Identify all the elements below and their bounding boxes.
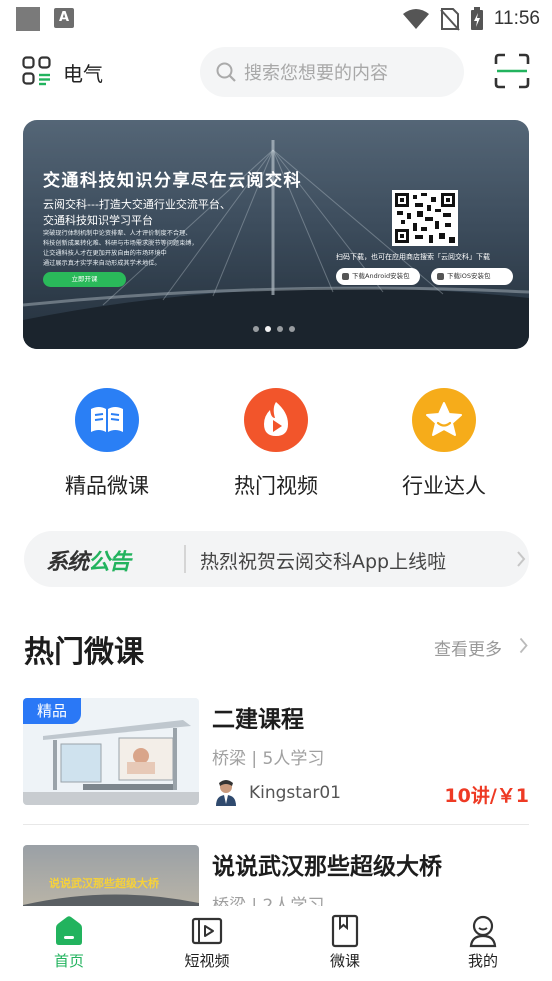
carousel-indicator — [253, 326, 295, 332]
nav-micro-course[interactable]: 微课 — [305, 914, 385, 971]
banner-cta-button[interactable]: 立即开课 — [43, 272, 126, 287]
status-bar: A 11:56 — [0, 0, 552, 38]
banner-subtitle: 云阅交科---打造大交通行业交流平台、 — [43, 198, 231, 211]
notice-text: 热烈祝贺云阅交科App上线啦 — [200, 551, 447, 573]
premium-tag: 精品 — [23, 698, 81, 724]
clock: 11:56 — [493, 8, 540, 29]
apple-icon — [437, 273, 444, 280]
system-notice-bar[interactable]: 系统公告 热烈祝贺云阅交科App上线啦 — [24, 531, 529, 587]
carousel-dot[interactable] — [277, 326, 283, 332]
course-meta: 桥梁 | 5人学习 — [212, 749, 325, 769]
course-meta: 桥梁 | 2人学习 — [212, 896, 325, 906]
category-label[interactable]: 电气 — [63, 58, 103, 87]
bookmark-book-icon — [331, 914, 359, 948]
search-placeholder: 搜索您想要的内容 — [244, 63, 388, 84]
ios-download-button[interactable]: 下载iOS安装包 — [431, 268, 513, 285]
section-title: 热门微课 — [24, 635, 144, 670]
quick-entry-label: 行业达人 — [402, 474, 486, 498]
bottom-nav: 首页 短视频 微课 我的 — [0, 906, 552, 981]
search-icon — [216, 62, 236, 82]
thumbnail-caption: 说说武汉那些超级大桥 — [49, 877, 159, 890]
nav-label: 我的 — [467, 952, 498, 970]
ios-download-label: 下载iOS安装包 — [447, 272, 491, 280]
nav-profile[interactable]: 我的 — [443, 914, 523, 971]
quick-entry-industry-expert[interactable]: 行业达人 — [384, 388, 504, 500]
banner-scan-text: 扫码下载，也可在应用商店搜索「云阅交科」下载 — [336, 253, 490, 261]
top-header: 电气 搜索您想要的内容 — [0, 44, 552, 100]
android-download-label: 下载Android安装包 — [352, 272, 410, 280]
carousel-dot[interactable] — [289, 326, 295, 332]
notice-logo: 系统公告 — [46, 550, 131, 575]
nav-label: 首页 — [53, 952, 84, 970]
notification-square-icon — [16, 7, 40, 31]
course-author: Kingstar01 — [249, 783, 341, 803]
chevron-right-icon — [517, 551, 526, 567]
course-thumbnail: 说说武汉那些超级大桥 — [23, 845, 199, 906]
video-icon — [191, 917, 223, 945]
status-icons: 11:56 — [402, 4, 540, 34]
battery-charging-icon — [470, 7, 483, 30]
nav-label: 短视频 — [184, 952, 230, 970]
scan-icon[interactable] — [494, 53, 530, 89]
avatar — [214, 778, 238, 806]
banner-body-line: 突破现行体制机制中论资排辈、人才评价制度不合理、 — [43, 230, 192, 237]
see-more-link[interactable]: 查看更多 — [434, 635, 502, 660]
banner-body-line: 科技创新成果转化难、科研与市场需求脱节等问题束缚， — [43, 240, 198, 247]
quick-entry-hot-video[interactable]: 热门视频 — [216, 388, 336, 500]
divider — [184, 545, 186, 573]
banner-subtitle: 交通科技知识学习平台 — [43, 214, 153, 227]
nav-short-video[interactable]: 短视频 — [167, 914, 247, 971]
banner-body-line: 通过展示真才实学来自动形成其学术地位。 — [43, 260, 161, 267]
banner-title: 交通科技知识分享尽在云阅交科 — [43, 171, 302, 191]
quick-entry-label: 热门视频 — [234, 474, 318, 498]
quick-entry-label: 精品微课 — [65, 474, 149, 498]
qr-code-icon — [392, 190, 458, 246]
course-title: 二建课程 — [212, 707, 304, 733]
wifi-icon — [402, 9, 429, 29]
book-icon — [75, 388, 139, 452]
course-card[interactable]: 说说武汉那些超级大桥 说说武汉那些超级大桥 桥梁 | 2人学习 — [23, 845, 529, 906]
category-grid-icon[interactable] — [22, 56, 52, 86]
user-icon — [469, 915, 497, 948]
divider — [23, 824, 529, 825]
no-sim-icon — [440, 8, 460, 31]
home-icon — [56, 916, 82, 945]
carousel-dot[interactable] — [253, 326, 259, 332]
course-title: 说说武汉那些超级大桥 — [212, 854, 442, 880]
carousel-dot[interactable] — [265, 326, 271, 332]
app-notification-icon: A — [54, 8, 74, 28]
promo-banner[interactable]: 交通科技知识分享尽在云阅交科 云阅交科---打造大交通行业交流平台、 交通科技知… — [23, 120, 529, 349]
star-icon — [412, 388, 476, 452]
fire-play-icon — [244, 388, 308, 452]
search-input[interactable]: 搜索您想要的内容 — [200, 47, 464, 97]
course-price: 10讲/￥1 — [444, 785, 529, 807]
android-icon — [342, 273, 349, 280]
course-card[interactable]: 精品 二建课程 桥梁 | 5人学习 Kingstar01 10讲/￥1 — [23, 698, 529, 808]
nav-label: 微课 — [329, 952, 360, 970]
chevron-right-icon[interactable] — [519, 637, 528, 654]
banner-body-line: 让交通科技人才在更加开放自由的市场环境中 — [43, 250, 167, 257]
android-download-button[interactable]: 下载Android安装包 — [336, 268, 420, 285]
nav-home[interactable]: 首页 — [29, 914, 109, 971]
quick-entry-premium-course[interactable]: 精品微课 — [47, 388, 167, 500]
